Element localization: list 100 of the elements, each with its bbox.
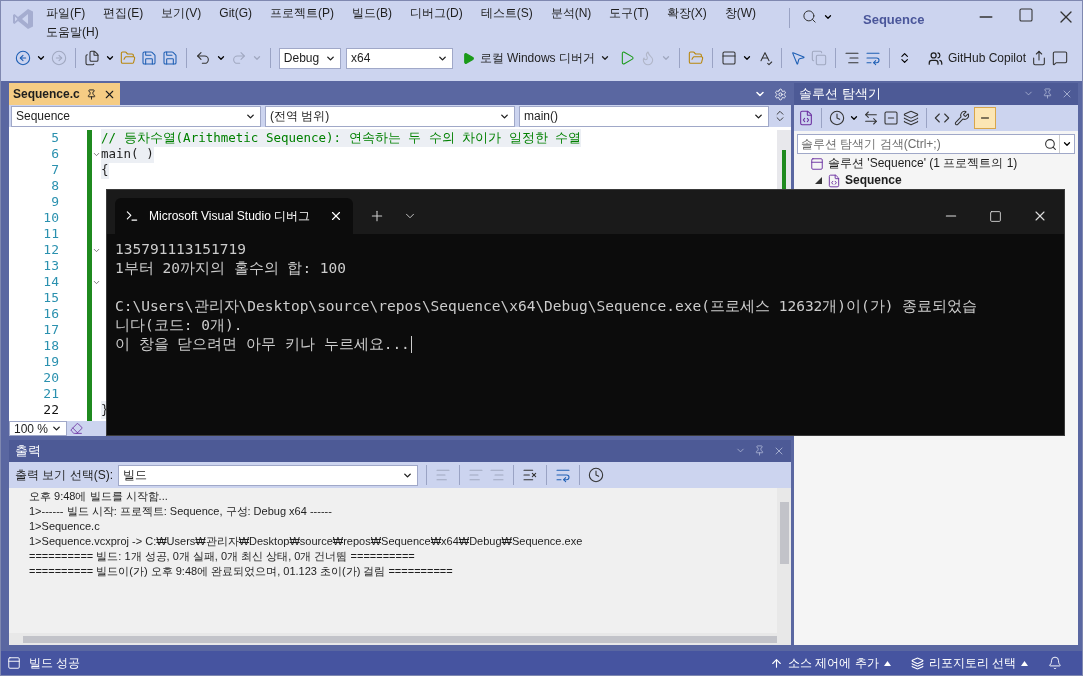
menu-item[interactable]: 디버그(D)	[401, 4, 472, 23]
sync-icon[interactable]	[863, 110, 879, 126]
console-line: 이 창을 닫으려면 아무 키나 누르세요...	[115, 334, 410, 354]
show-all-icon[interactable]	[903, 110, 919, 126]
line-number: 16	[42, 306, 60, 322]
menu-item[interactable]: 빌드(B)	[343, 4, 401, 23]
line-number: 9	[50, 194, 60, 210]
menu-item[interactable]: 프로젝트(P)	[261, 4, 343, 23]
navigation-dropdown[interactable]: main()	[519, 105, 769, 127]
close-icon[interactable]	[329, 209, 343, 223]
back-icon[interactable]	[15, 50, 31, 66]
copilot-icon[interactable]	[928, 50, 943, 66]
menu-item[interactable]: 테스트(S)	[471, 4, 542, 23]
switch-view-icon[interactable]	[798, 110, 814, 126]
code-icon[interactable]	[934, 110, 950, 126]
scrollbar-thumb[interactable]	[23, 635, 777, 643]
editor-tab[interactable]: Sequence.c	[9, 83, 120, 105]
caret-icon[interactable]	[599, 53, 610, 63]
caret-icon[interactable]	[51, 423, 62, 434]
line-number: 14	[42, 274, 60, 290]
pin-icon[interactable]	[85, 88, 97, 100]
status-bar-button[interactable]: 소스 제어에 추가	[770, 654, 891, 672]
undo-icon[interactable]	[194, 50, 211, 66]
line-number: 10	[42, 210, 60, 226]
menu-item[interactable]: 도구(T)	[600, 4, 658, 23]
caret-icon[interactable]	[883, 660, 891, 666]
menu-item[interactable]: Git(G)	[210, 4, 261, 23]
line-number: 20	[42, 370, 60, 386]
console-line: 1부터 20까지의 홀수의 합: 100	[115, 258, 347, 278]
wrench-icon[interactable]	[954, 110, 970, 126]
line-number: 8	[50, 178, 60, 194]
search-box[interactable]: 솔루션 탐색기 검색(Ctrl+;)	[797, 134, 1075, 154]
line-number: 22	[42, 402, 60, 418]
tree-item[interactable]: Sequence	[845, 174, 902, 187]
feedback-icon[interactable]	[1052, 50, 1069, 66]
clear-all-icon[interactable]	[522, 467, 538, 483]
new-item-icon[interactable]	[83, 50, 100, 66]
new-tab-icon[interactable]	[369, 208, 385, 224]
save-icon[interactable]	[140, 50, 157, 66]
line-number: 7	[50, 162, 60, 178]
share-icon[interactable]	[1031, 50, 1048, 66]
run-button[interactable]: 로컬 Windows 디버거	[457, 49, 614, 67]
scrollbar-thumb[interactable]	[779, 502, 789, 564]
solution-icon	[810, 156, 824, 171]
line-number: 18	[42, 338, 60, 354]
caret-icon[interactable]	[1021, 660, 1028, 666]
console-line: 135791113151719	[115, 239, 246, 259]
search-field[interactable]: 솔루션 탐색기 검색(Ctrl+;)	[801, 135, 1044, 153]
console-tab[interactable]: Microsoft Visual Studio 디버그	[115, 198, 353, 234]
field-label: 출력 보기 선택(S):	[15, 467, 113, 484]
preview-toggle[interactable]	[974, 107, 996, 129]
menu-item[interactable]: 확장(X)	[657, 4, 716, 23]
pin-icon[interactable]	[754, 445, 765, 456]
navigation-dropdown[interactable]: Sequence	[11, 105, 261, 127]
copilot-button[interactable]: GitHub Copilot	[928, 49, 1027, 67]
line-number: 15	[42, 290, 60, 306]
menu-item[interactable]: 분석(N)	[541, 4, 601, 23]
play-icon[interactable]	[461, 51, 475, 65]
zoom-dropdown[interactable]: 100 %	[9, 421, 67, 436]
menu-item[interactable]: 파일(F)	[37, 4, 95, 23]
console-line: C:\Users\관리자\Desktop\source\repos\Sequence\x64\Debug\Sequence.exe(프로세스 12632개)이(가) 종료되었습	[115, 296, 978, 316]
caret-icon[interactable]	[215, 53, 226, 63]
caret-icon[interactable]	[849, 113, 859, 123]
pending-changes-icon[interactable]	[829, 110, 845, 126]
save-all-icon[interactable]	[161, 50, 178, 66]
platform-dropdown[interactable]: x64	[345, 47, 453, 69]
expanded-icon[interactable]	[815, 177, 822, 184]
logo-icon	[11, 7, 35, 31]
indent-icon[interactable]	[843, 50, 860, 66]
menu-item[interactable]: 보기(V)	[152, 4, 211, 23]
output-line: ========== 빌드: 1개 성공, 0개 실패, 0개 최신 상태, 0개 건너뜀 ==========	[29, 549, 416, 564]
search-icon[interactable]	[802, 9, 817, 24]
panel-title: 출력	[15, 442, 41, 461]
panel-title: 솔루션 탐색기	[799, 85, 881, 104]
pointer-icon[interactable]	[789, 50, 806, 66]
output-line: ========== 빌드이(가) 오후 9:48에 완료되었으며, 01.123 초이(가) 걸림 ==========	[29, 564, 454, 579]
menu-item[interactable]: 창(W)	[715, 4, 765, 23]
caret-icon[interactable]	[1062, 139, 1072, 149]
cleanup-icon[interactable]	[70, 422, 83, 435]
notification-icon[interactable]	[1048, 656, 1062, 670]
configuration-dropdown[interactable]: Debug	[278, 47, 341, 69]
clock-icon[interactable]	[588, 467, 604, 483]
output-source-dropdown[interactable]: 빌드	[118, 464, 418, 486]
tree-item[interactable]: 솔루션 'Sequence' (1 프로젝트의 1)	[828, 157, 1018, 170]
menu-item[interactable]: 도움말(H)	[37, 23, 108, 42]
line-number: 21	[42, 386, 60, 402]
line-number: 12	[42, 242, 60, 258]
wrap-icon[interactable]	[864, 50, 881, 66]
menu-item[interactable]: 편집(E)	[94, 4, 153, 23]
caret-icon[interactable]	[104, 53, 115, 63]
word-wrap-icon[interactable]	[555, 467, 571, 483]
status-bar-button[interactable]: 리포지토리 선택	[910, 654, 1028, 672]
console-line: 니다(코드: 0개).	[115, 315, 243, 335]
navigation-dropdown[interactable]: (전역 범위)	[265, 105, 515, 127]
settings-icon[interactable]	[774, 88, 787, 101]
search-icon[interactable]	[1044, 137, 1057, 151]
caret-icon[interactable]	[36, 53, 46, 63]
caret-icon[interactable]	[741, 53, 752, 63]
window-icon[interactable]	[720, 50, 737, 66]
pin-icon[interactable]	[1042, 88, 1053, 99]
